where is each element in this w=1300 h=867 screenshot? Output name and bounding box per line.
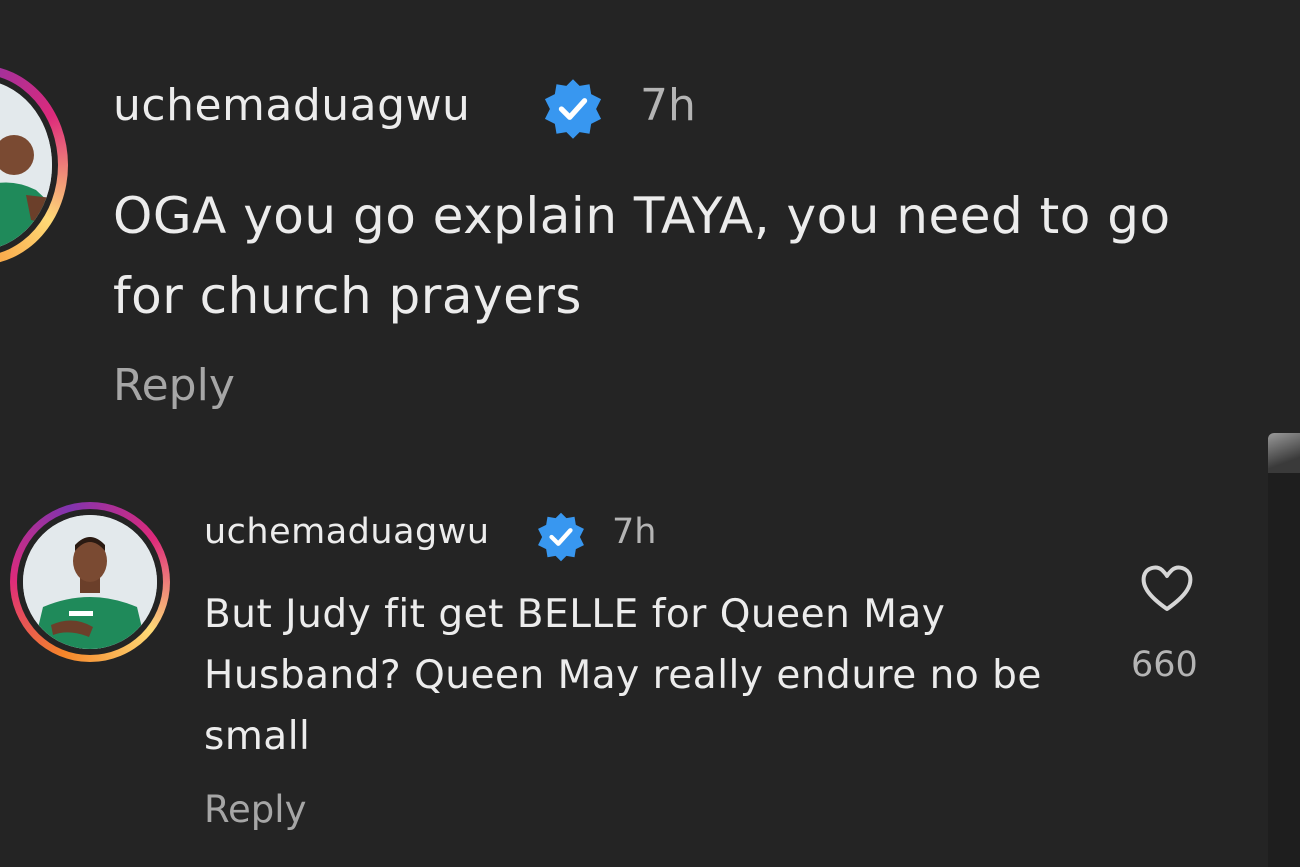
- verified-badge-icon: [534, 510, 588, 568]
- comment-username[interactable]: uchemaduagwu: [204, 512, 490, 552]
- comment-text: But Judy fit get BELLE for Queen May Hus…: [204, 592, 1042, 759]
- comment-time: 7h: [612, 512, 657, 552]
- like-count: 660: [1131, 645, 1198, 685]
- comments-thread: uchemaduagwu 7h OGA you go explain TAYA,…: [0, 0, 1300, 867]
- heart-icon[interactable]: [1139, 563, 1195, 617]
- reply-button[interactable]: Reply: [204, 788, 306, 831]
- scrollbar-handle[interactable]: [1268, 433, 1300, 867]
- verified-badge-icon: [540, 76, 606, 146]
- comment-time: 7h: [640, 80, 696, 131]
- avatar[interactable]: [23, 515, 157, 649]
- comment-text: OGA you go explain TAYA, you need to go …: [113, 187, 1171, 325]
- comment-username[interactable]: uchemaduagwu: [113, 80, 470, 131]
- reply-button[interactable]: Reply: [113, 360, 235, 411]
